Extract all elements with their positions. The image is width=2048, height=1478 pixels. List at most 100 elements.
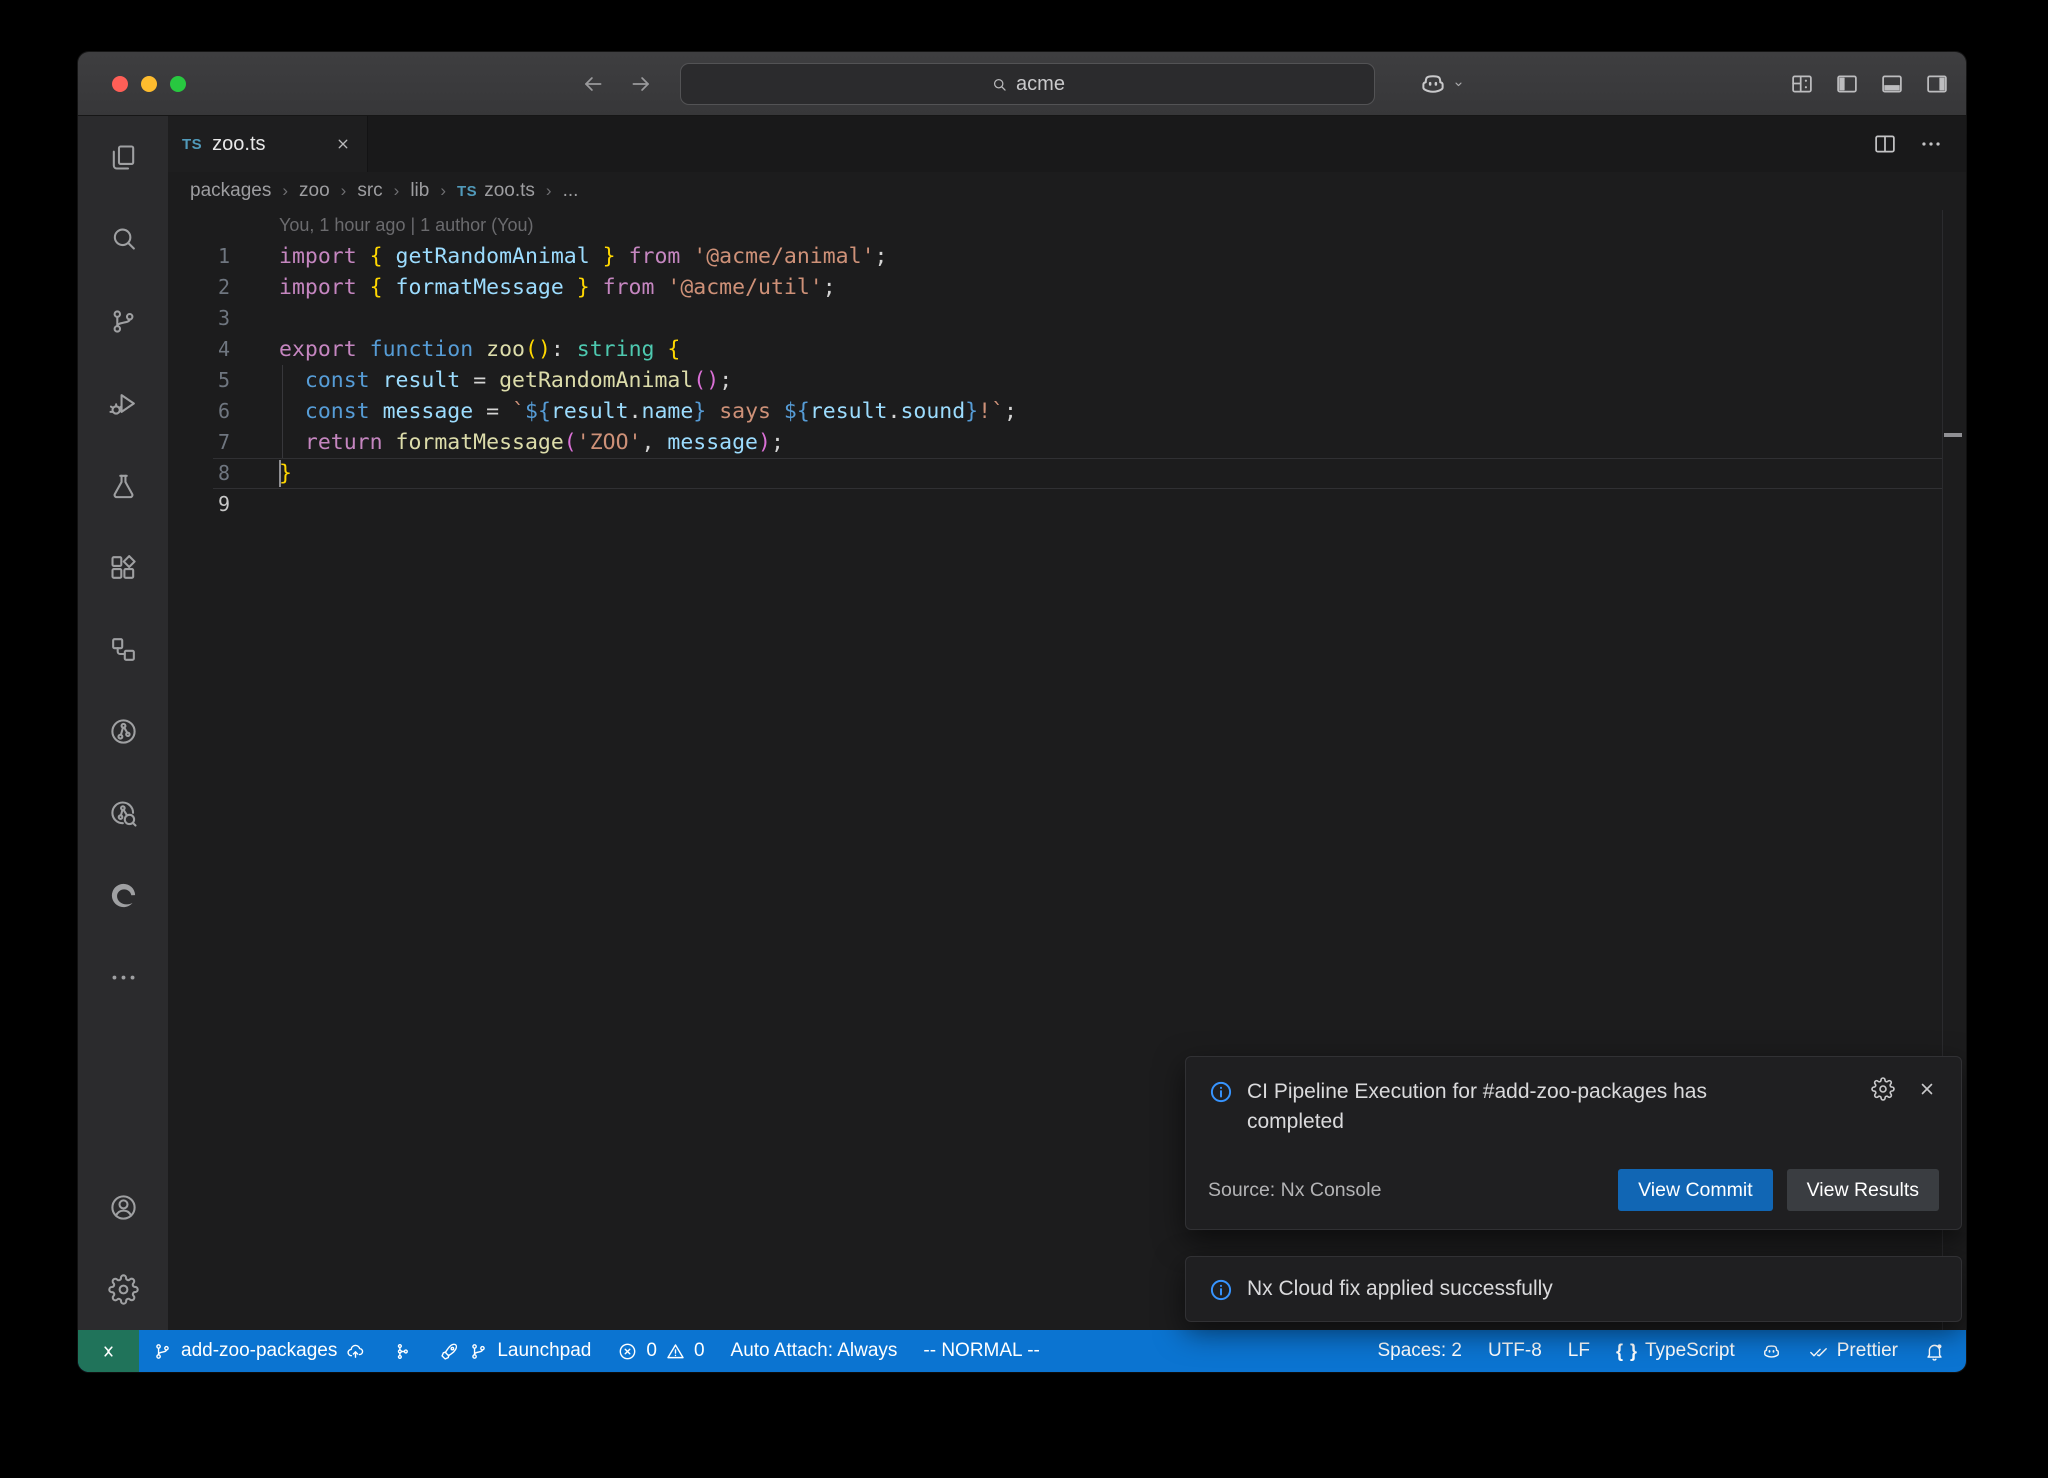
breadcrumb-separator: ›	[440, 181, 446, 201]
status-item-notifications-bell[interactable]	[1911, 1330, 1958, 1372]
activity-bar-top	[78, 116, 168, 1018]
toggle-primary-sidebar-icon[interactable]	[1834, 71, 1860, 97]
forward-icon[interactable]	[628, 71, 654, 97]
status-item-indentation[interactable]: Spaces: 2	[1364, 1330, 1475, 1372]
status-item-vim-mode[interactable]: -- NORMAL --	[910, 1330, 1052, 1372]
breadcrumb-item-zoo[interactable]: zoo	[299, 180, 330, 202]
status-bar-left: add-zoo-packages Launchpad 00 Auto Attach: …	[78, 1330, 1053, 1372]
line-number: 6	[168, 396, 230, 427]
notification-close-icon[interactable]	[1915, 1077, 1939, 1101]
toast-buttons: View Commit View Results	[1618, 1169, 1939, 1211]
toast-source: Source: Nx Console	[1208, 1179, 1381, 1202]
customize-layout-icon[interactable]	[1789, 71, 1815, 97]
status-bar-right: Spaces: 2UTF-8 LF { } TypeScript Prettier	[1364, 1330, 1966, 1372]
code-line-3[interactable]: 3	[168, 303, 1966, 334]
sidebar-item-settings[interactable]	[78, 1248, 168, 1330]
info-icon	[1208, 1277, 1234, 1303]
split-editor-icon[interactable]	[1872, 131, 1898, 157]
status-text: LF	[1568, 1340, 1590, 1362]
sidebar-item-extensions[interactable]	[78, 526, 168, 608]
traffic-zoom-button[interactable]	[170, 76, 186, 92]
breadcrumb-item-file[interactable]: TSzoo.ts	[457, 180, 535, 202]
sidebar-item-testing[interactable]	[78, 444, 168, 526]
status-item-prettier[interactable]: Prettier	[1795, 1330, 1911, 1372]
activity-bar-bottom	[78, 1166, 168, 1330]
sidebar-item-nx-console[interactable]	[78, 608, 168, 690]
code-line-4[interactable]: 4export function zoo(): string {	[168, 334, 1966, 365]
tab-close-icon[interactable]	[333, 134, 353, 154]
window-controls	[112, 76, 186, 92]
status-item-launchpad[interactable]: Launchpad	[426, 1330, 604, 1372]
sidebar-item-more-views[interactable]	[78, 936, 168, 1018]
status-text: Auto Attach: Always	[731, 1340, 898, 1362]
breadcrumb-suffix[interactable]: ...	[563, 180, 579, 202]
sidebar-item-source-control[interactable]	[78, 280, 168, 362]
account-icon	[108, 1192, 139, 1223]
remote-icon	[97, 1340, 120, 1363]
line-number: 7	[168, 427, 230, 458]
status-item-remote[interactable]	[78, 1330, 139, 1372]
code-line-6[interactable]: 6 const message = `${result.name} says $…	[168, 396, 1966, 427]
status-item-auto-attach[interactable]: Auto Attach: Always	[718, 1330, 911, 1372]
breadcrumb-item-src[interactable]: src	[357, 180, 382, 202]
code-line-1[interactable]: 1import { getRandomAnimal } from '@acme/…	[168, 241, 1966, 272]
more-actions-icon[interactable]	[1918, 131, 1944, 157]
error-icon	[617, 1341, 638, 1362]
status-text: Launchpad	[497, 1340, 591, 1362]
traffic-close-button[interactable]	[112, 76, 128, 92]
git-branch-icon	[152, 1341, 173, 1362]
breadcrumb-separator: ›	[394, 181, 400, 201]
code-line-5[interactable]: 5 const result = getRandomAnimal();	[168, 365, 1966, 396]
sidebar-item-account[interactable]	[78, 1166, 168, 1248]
editor-actions	[1872, 116, 1966, 172]
status-item-eol[interactable]: LF	[1555, 1330, 1603, 1372]
status-item-copilot[interactable]	[1748, 1330, 1795, 1372]
toast-message: CI Pipeline Execution for #add-zoo-packa…	[1247, 1077, 1767, 1137]
sidebar-item-gitlens-inspect[interactable]	[78, 772, 168, 854]
command-center-search[interactable]: acme	[680, 63, 1375, 105]
breadcrumb-item-lib[interactable]: lib	[410, 180, 429, 202]
code-line-9[interactable]: 9	[168, 489, 1966, 520]
line-number: 3	[168, 303, 230, 334]
breadcrumb-separator: ›	[341, 181, 347, 201]
toggle-secondary-sidebar-icon[interactable]	[1924, 71, 1950, 97]
gitlens-blame-annotation: You, 1 hour ago | 1 author (You)	[279, 215, 534, 236]
notification-settings-icon[interactable]	[1871, 1077, 1895, 1101]
view-commit-button[interactable]: View Commit	[1618, 1169, 1773, 1211]
code-line-text: import { formatMessage } from '@acme/uti…	[279, 272, 836, 303]
status-bar: add-zoo-packages Launchpad 00 Auto Attach: …	[78, 1330, 1966, 1372]
view-results-button[interactable]: View Results	[1787, 1169, 1939, 1211]
status-item-git-graph[interactable]	[379, 1330, 426, 1372]
line-number: 4	[168, 334, 230, 365]
testing-icon	[108, 470, 139, 501]
breadcrumb-item-packages[interactable]: packages	[190, 180, 271, 202]
traffic-minimize-button[interactable]	[141, 76, 157, 92]
tab-zoo-ts[interactable]: TS zoo.ts	[168, 116, 368, 172]
status-item-language[interactable]: { } TypeScript	[1603, 1330, 1748, 1372]
sidebar-item-git-graph[interactable]	[78, 690, 168, 772]
git-graph-status-icon	[392, 1341, 413, 1362]
sidebar-item-search[interactable]	[78, 198, 168, 280]
status-text: TypeScript	[1645, 1340, 1735, 1362]
toggle-panel-icon[interactable]	[1879, 71, 1905, 97]
current-line-highlight	[213, 458, 1943, 489]
code-line-7[interactable]: 7 return formatMessage('ZOO', message);	[168, 427, 1966, 458]
vscode-window: acme TS zoo.ts	[78, 52, 1966, 1372]
status-item-problems[interactable]: 00	[604, 1330, 717, 1372]
copilot-menu[interactable]	[1418, 52, 1467, 116]
cloud-upload-icon	[345, 1341, 366, 1362]
braces-icon: { }	[1616, 1341, 1637, 1362]
explorer-icon	[108, 142, 139, 173]
status-item-encoding[interactable]: UTF-8	[1475, 1330, 1555, 1372]
code-line-text: import { getRandomAnimal } from '@acme/a…	[279, 241, 887, 272]
status-text: -- NORMAL --	[923, 1340, 1039, 1362]
settings-icon	[108, 1274, 139, 1305]
title-bar: acme	[78, 52, 1966, 116]
tab-label: zoo.ts	[212, 133, 265, 156]
back-icon[interactable]	[580, 71, 606, 97]
sidebar-item-run-and-debug[interactable]	[78, 362, 168, 444]
sidebar-item-explorer[interactable]	[78, 116, 168, 198]
sidebar-item-edge-tools[interactable]	[78, 854, 168, 936]
code-line-2[interactable]: 2import { formatMessage } from '@acme/ut…	[168, 272, 1966, 303]
status-item-branch[interactable]: add-zoo-packages	[139, 1330, 379, 1372]
